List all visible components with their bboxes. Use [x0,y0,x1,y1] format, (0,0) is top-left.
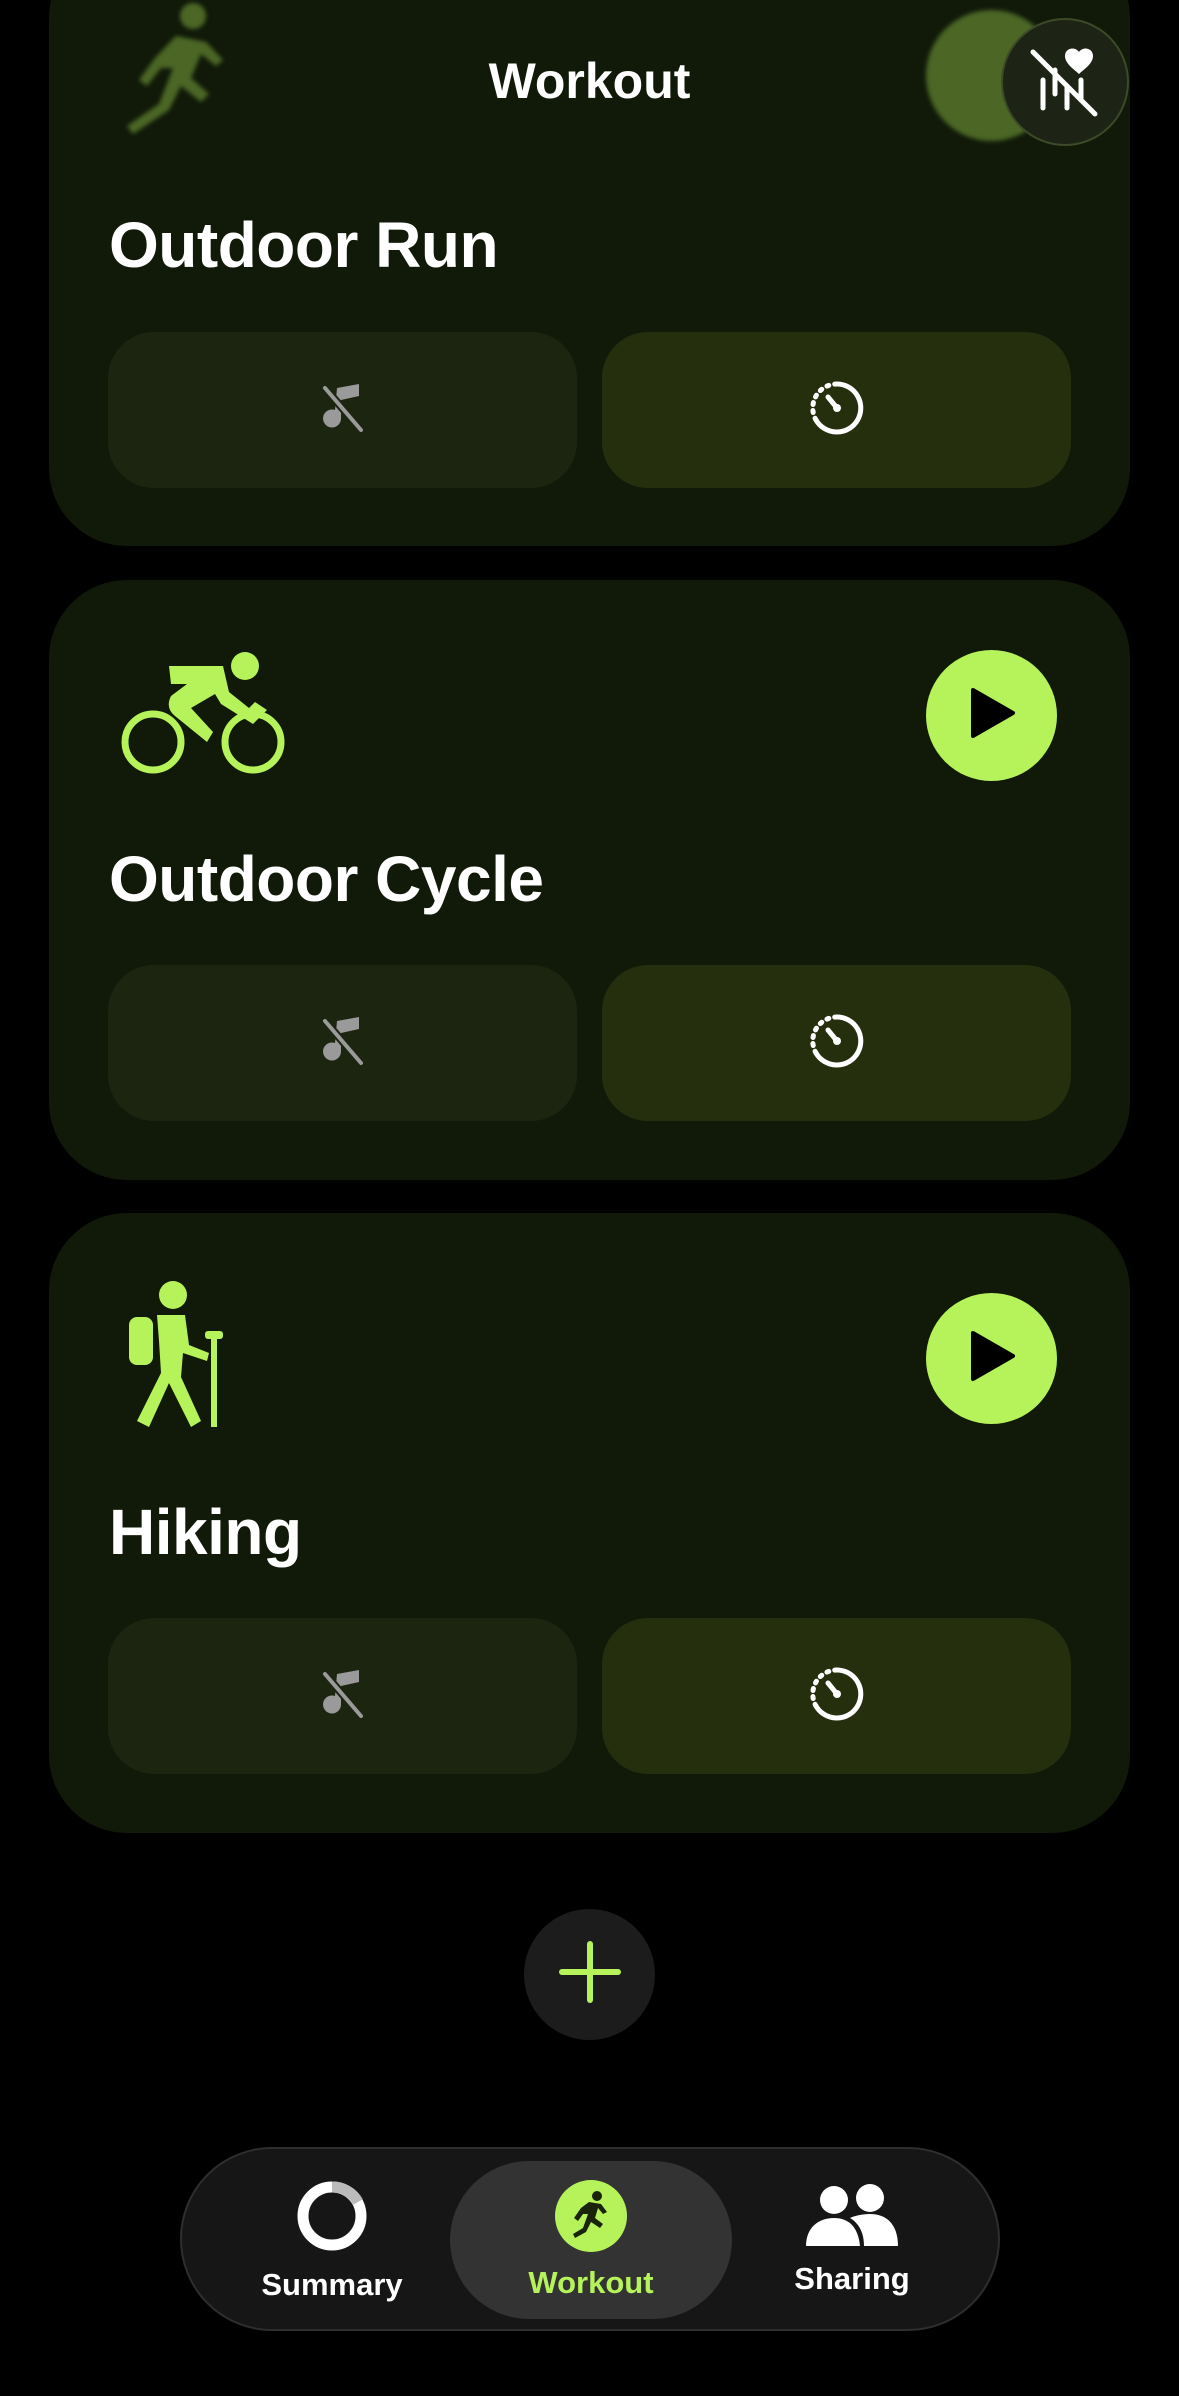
tab-summary[interactable]: Summary [212,2161,452,2319]
music-off-icon [319,1015,367,1072]
cycling-figure-icon [121,652,291,787]
outdoor-cycle-start-button[interactable] [926,650,1057,781]
workout-title: Hiking [109,1496,302,1568]
goal-button[interactable] [602,965,1071,1121]
music-button[interactable] [108,332,577,488]
plus-icon [558,1940,622,2009]
workout-card-hiking[interactable]: Hiking [49,1213,1130,1833]
hiking-figure-icon [127,1281,237,1436]
tab-bar: Summary Workout Sharing [180,2147,1000,2331]
tab-label: Sharing [794,2260,910,2296]
people-icon [804,2183,900,2253]
tab-sharing[interactable]: Sharing [732,2161,972,2319]
stopwatch-icon [809,1013,865,1074]
goal-button[interactable] [602,332,1071,488]
activity-ring-icon [294,2178,370,2259]
hiking-start-button[interactable] [926,1293,1057,1424]
workout-figure-icon [555,2179,627,2257]
tab-workout[interactable]: Workout [450,2161,732,2319]
tab-label: Summary [261,2266,403,2302]
music-off-icon [319,1668,367,1725]
music-off-icon [319,382,367,439]
music-button[interactable] [108,1618,577,1774]
stopwatch-icon [809,380,865,441]
play-icon [967,1329,1017,1388]
workout-card-outdoor-cycle[interactable]: Outdoor Cycle [49,580,1130,1180]
play-icon [967,686,1017,745]
workout-heart-settings-button[interactable] [1001,18,1129,146]
workout-title: Outdoor Cycle [109,843,544,915]
tab-label: Workout [528,2264,654,2300]
workout-title: Outdoor Run [109,209,499,281]
heart-rate-off-icon [1025,40,1105,125]
stopwatch-icon [809,1666,865,1727]
music-button[interactable] [108,965,577,1121]
goal-button[interactable] [602,1618,1071,1774]
add-workout-button[interactable] [524,1909,655,2040]
